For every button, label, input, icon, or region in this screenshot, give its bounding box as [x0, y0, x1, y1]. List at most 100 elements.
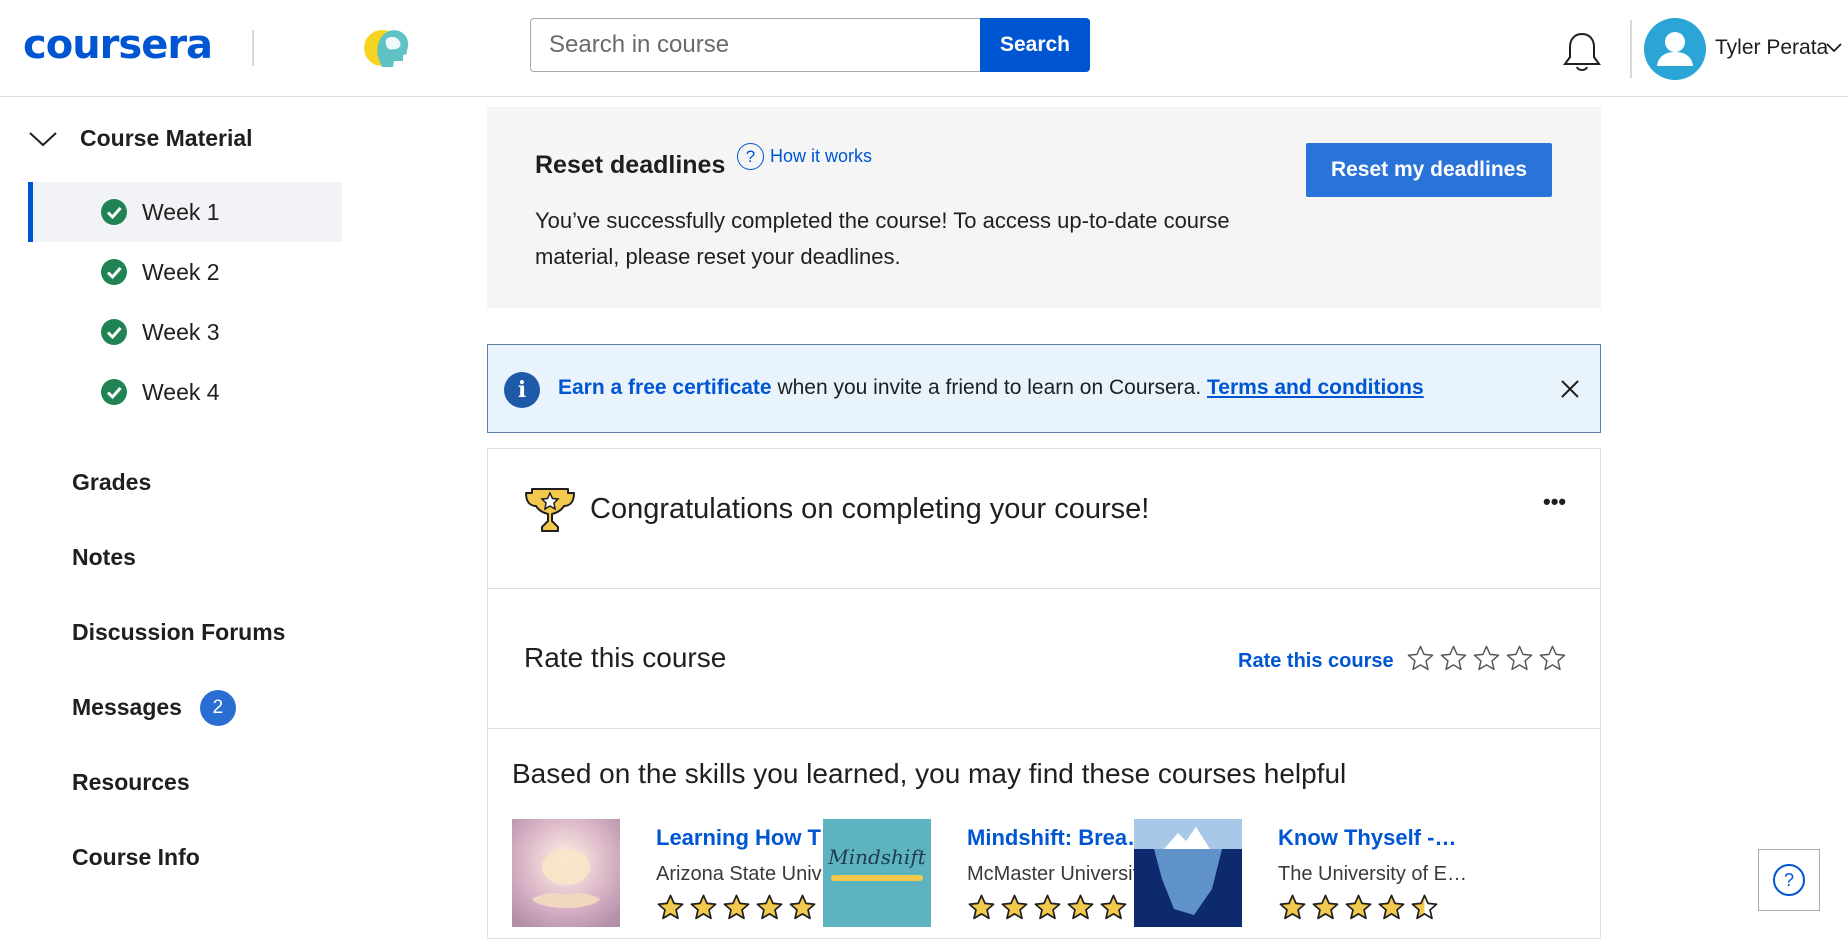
help-button[interactable]: ?	[1758, 849, 1820, 911]
star-icon	[1378, 894, 1405, 920]
nav-label: Course Info	[72, 844, 200, 870]
help-question-icon: ?	[1773, 864, 1805, 896]
user-name[interactable]: Tyler Perata	[1715, 36, 1828, 60]
course-material-toggle[interactable]: Course Material	[28, 125, 253, 152]
messages-count-badge: 2	[199, 689, 236, 726]
sidebar-item-resources[interactable]: Resources	[72, 745, 285, 820]
week-label: Week 1	[142, 198, 220, 225]
course-org: The University of E…	[1278, 863, 1467, 885]
congratulations-card: Congratulations on completing your cours…	[487, 448, 1601, 589]
rate-course-card: Rate this course Rate this course	[487, 588, 1601, 729]
rate-star-icon[interactable]	[1406, 644, 1435, 673]
how-it-works-link[interactable]: ? How it works	[737, 143, 872, 170]
rate-star-icon[interactable]	[1472, 644, 1501, 673]
star-icon	[968, 894, 995, 920]
chevron-down-icon	[29, 131, 57, 146]
sidebar-item-grades[interactable]: Grades	[72, 445, 285, 520]
partner-head-logo-icon	[362, 24, 412, 70]
reset-deadlines-title: Reset deadlines	[535, 151, 726, 179]
star-icon	[1345, 894, 1372, 920]
rate-course-link[interactable]: Rate this course	[1238, 650, 1394, 673]
recommendations-title: Based on the skills you learned, you may…	[512, 758, 1347, 789]
week-label: Week 3	[142, 318, 220, 345]
star-icon	[1067, 894, 1094, 920]
rate-course-title: Rate this course	[524, 642, 727, 673]
star-icon	[723, 894, 750, 920]
header-divider	[1630, 20, 1632, 78]
more-options-icon[interactable]: •••	[1543, 489, 1566, 515]
logo-divider	[252, 30, 254, 66]
course-thumbnail	[512, 819, 620, 927]
nav-label: Discussion Forums	[72, 619, 286, 645]
sidebar-item-discussion-forums[interactable]: Discussion Forums	[72, 595, 285, 670]
sidebar-item-messages[interactable]: Messages 2	[72, 670, 285, 745]
star-icon	[756, 894, 783, 920]
star-icon	[1312, 894, 1339, 920]
reset-my-deadlines-button[interactable]: Reset my deadlines	[1306, 143, 1552, 197]
nav-label: Messages	[72, 694, 182, 720]
half-star-icon	[1411, 894, 1438, 920]
nav-label: Notes	[72, 544, 136, 570]
course-material-label: Course Material	[80, 125, 253, 151]
rate-star-icon[interactable]	[1439, 644, 1468, 673]
rate-star-icon[interactable]	[1505, 644, 1534, 673]
star-icon	[1279, 894, 1306, 920]
nav-label: Resources	[72, 769, 190, 795]
avatar[interactable]	[1644, 18, 1706, 80]
recommended-course-card[interactable]: Mindshift Mindshift: Brea… McMaster Univ…	[823, 819, 1163, 929]
reset-deadlines-panel: Reset deadlines ? How it works You’ve su…	[487, 107, 1601, 308]
star-icon	[690, 894, 717, 920]
free-certificate-banner: i Earn a free certificate when you invit…	[487, 344, 1601, 433]
terms-link[interactable]: Terms and conditions	[1207, 376, 1424, 399]
star-icon	[1034, 894, 1061, 920]
rate-star-icon[interactable]	[1538, 644, 1567, 673]
search-input[interactable]	[530, 18, 980, 72]
certificate-text: when you invite a friend to learn on Cou…	[771, 376, 1208, 399]
recommendations-card: Based on the skills you learned, you may…	[487, 728, 1601, 939]
coursera-logo[interactable]: coursera	[23, 22, 213, 68]
star-icon	[1001, 894, 1028, 920]
info-icon: i	[504, 372, 540, 408]
recommended-course-card[interactable]: Learning How T… Arizona State Univ…	[512, 819, 852, 929]
course-sidebar: Course Material Week 1 Week 2 Week 3 Wee…	[0, 97, 360, 939]
completed-check-icon	[101, 319, 127, 345]
mindshift-cover-text: Mindshift	[827, 845, 927, 869]
search-button[interactable]: Search	[980, 18, 1090, 72]
chevron-down-icon[interactable]	[1824, 40, 1844, 56]
top-header: coursera Search Tyler Perata	[0, 0, 1848, 97]
course-title: Know Thyself -…	[1278, 825, 1457, 850]
star-icon	[657, 894, 684, 920]
completed-check-icon	[101, 379, 127, 405]
help-question-icon: ?	[737, 143, 764, 170]
notifications-bell-icon[interactable]	[1562, 30, 1602, 74]
how-it-works-label: How it works	[770, 146, 873, 166]
trophy-icon	[525, 488, 575, 532]
course-thumbnail	[1134, 819, 1242, 927]
sidebar-nav: Grades Notes Discussion Forums Messages …	[72, 445, 285, 895]
congratulations-text: Congratulations on completing your cours…	[590, 493, 1150, 525]
sidebar-item-week-3[interactable]: Week 3	[28, 302, 342, 362]
recommended-course-card[interactable]: Know Thyself -… The University of E…	[1134, 819, 1474, 929]
sidebar-item-week-4[interactable]: Week 4	[28, 362, 342, 422]
week-list: Week 1 Week 2 Week 3 Week 4	[28, 182, 342, 422]
course-rating-stars	[1278, 893, 1439, 922]
course-thumbnail: Mindshift	[823, 819, 931, 927]
sidebar-item-course-info[interactable]: Course Info	[72, 820, 285, 895]
star-icon	[1100, 894, 1127, 920]
week-label: Week 2	[142, 258, 220, 285]
course-rating-stars	[656, 893, 817, 922]
completed-check-icon	[101, 199, 127, 225]
course-rating-stars	[967, 893, 1128, 922]
earn-certificate-link[interactable]: Earn a free certificate	[558, 376, 772, 399]
sidebar-item-week-2[interactable]: Week 2	[28, 242, 342, 302]
week-label: Week 4	[142, 378, 220, 405]
certificate-message: Earn a free certificate when you invite …	[558, 376, 1424, 400]
close-icon[interactable]	[1560, 379, 1580, 399]
completed-check-icon	[101, 259, 127, 285]
rating-stars[interactable]	[1406, 644, 1567, 673]
sidebar-item-week-1[interactable]: Week 1	[28, 182, 342, 242]
sidebar-item-notes[interactable]: Notes	[72, 520, 285, 595]
star-icon	[789, 894, 816, 920]
nav-label: Grades	[72, 469, 152, 495]
reset-description: You’ve successfully completed the course…	[535, 208, 1230, 269]
